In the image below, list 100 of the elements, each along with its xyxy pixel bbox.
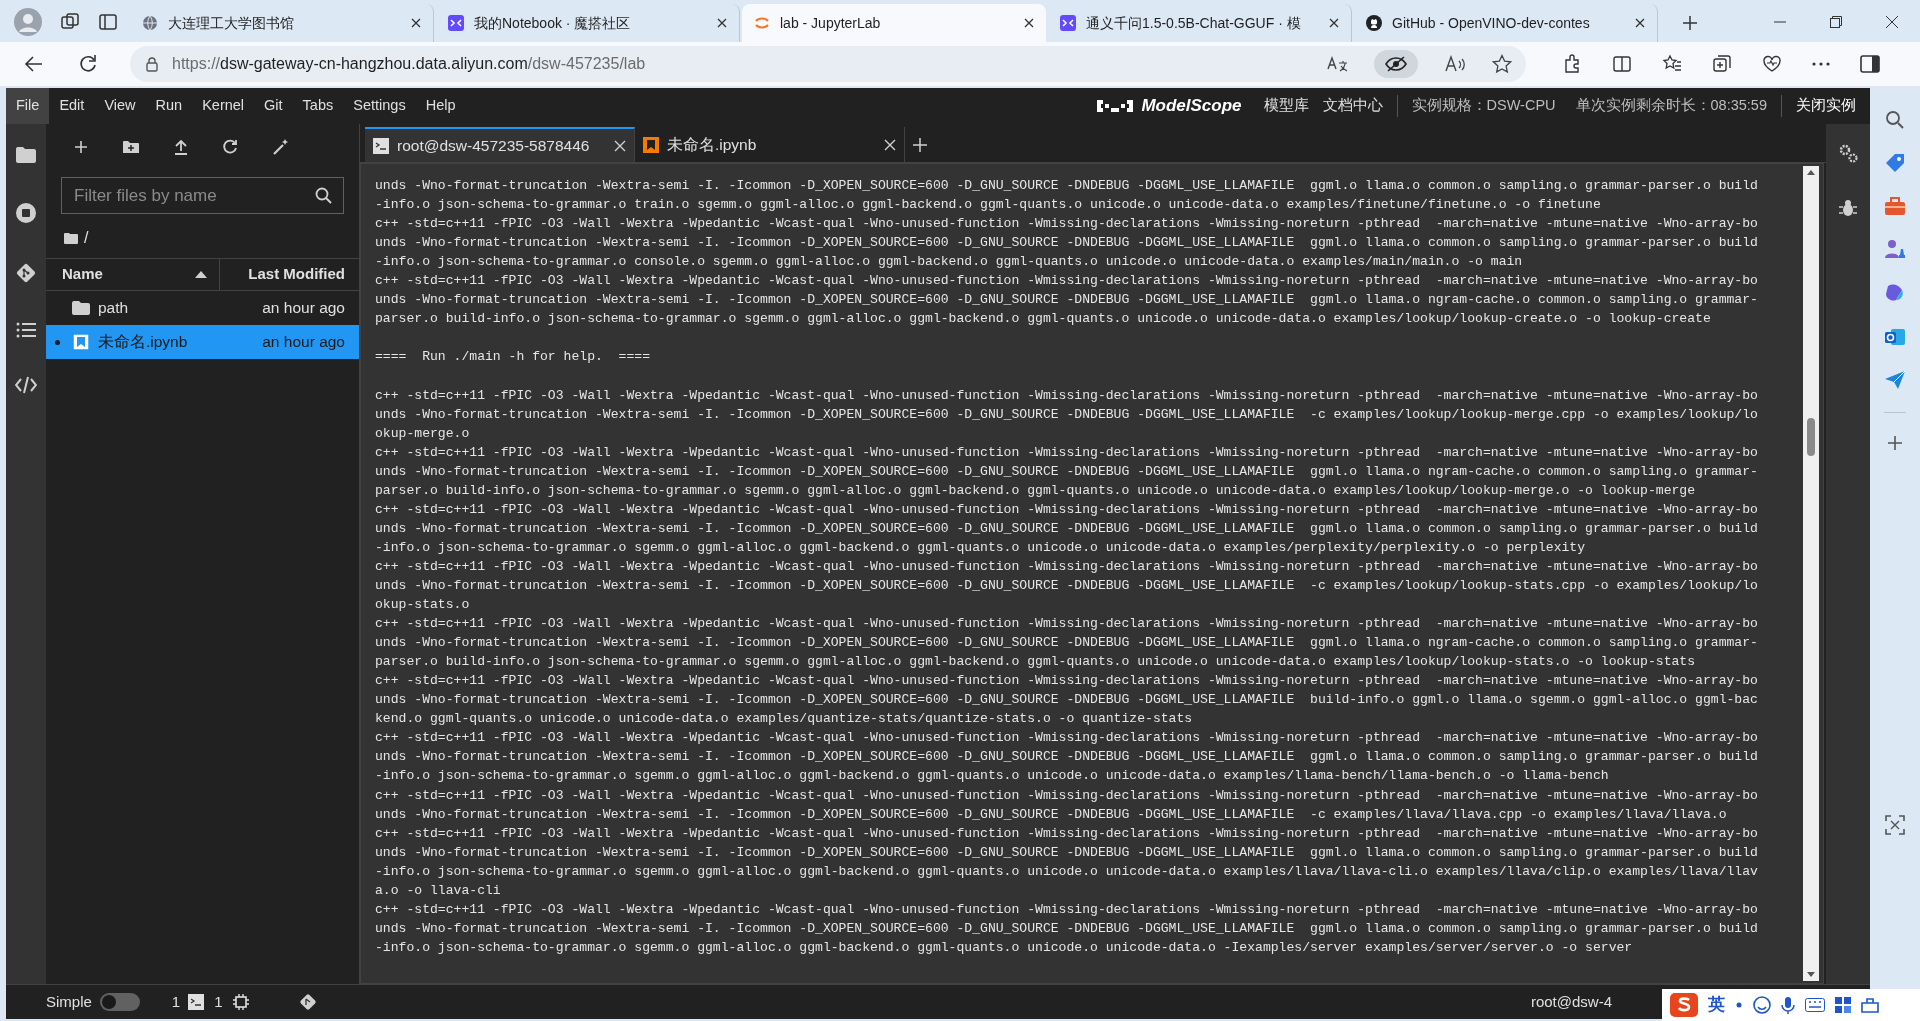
folder-icon[interactable] [64, 232, 78, 244]
column-header[interactable]: Name [62, 263, 103, 286]
send-icon[interactable] [1884, 370, 1906, 390]
skin-icon[interactable] [1835, 997, 1851, 1013]
browser-tab[interactable]: lab - JupyterLab [742, 4, 1046, 42]
tracking-prevention-icon[interactable] [1385, 56, 1407, 72]
emoji-icon[interactable] [1753, 996, 1771, 1014]
microphone-icon[interactable] [1781, 996, 1795, 1014]
menu-item[interactable]: Settings [343, 88, 416, 124]
back-icon[interactable] [24, 54, 44, 74]
sidebar-toggle-icon[interactable] [1860, 55, 1880, 73]
ime-logo-icon[interactable] [1670, 993, 1698, 1017]
extensions-icon[interactable] [1562, 54, 1582, 74]
add-tab-icon[interactable] [913, 137, 927, 152]
scrollbar[interactable] [1803, 166, 1819, 981]
stop-circle-icon[interactable] [15, 202, 37, 224]
menu-item[interactable]: Kernel [192, 88, 255, 124]
workspaces-icon[interactable] [60, 12, 80, 32]
close-instance-button[interactable]: 关闭实例 [1796, 95, 1856, 117]
favorites-icon[interactable] [1662, 54, 1682, 74]
punctuation-icon[interactable] [1735, 1001, 1743, 1009]
scrollbar-thumb[interactable] [1807, 418, 1815, 456]
outlook-icon[interactable] [1884, 326, 1906, 348]
refresh-icon[interactable] [222, 138, 238, 155]
terminal-line: unds -Wno-format-truncation -Wextra-semi -I. -Icommon -D_XOPEN_SOURCE=600 -D_GNU_SOURCE -DNDEBUG -DGGML_USE_LLAMAFILE -c examples/llava/llava.cpp -o examples/llava/llava.o [375, 805, 1728, 824]
search-icon[interactable] [1885, 110, 1905, 130]
ime-toolbar[interactable]: 英 [1662, 989, 1920, 1021]
translate-icon[interactable] [1326, 55, 1348, 73]
terminal-line: unds -Wno-format-truncation -Wextra-semi -I. -Icommon -D_XOPEN_SOURCE=600 -D_GNU_SOURCE -DNDEBUG -DGGML_USE_LLAMAFILE ggml.o llama.o common.o sampling.o grammar-parser.o build [375, 843, 1759, 862]
person-chess-icon[interactable] [1884, 238, 1906, 260]
bug-icon[interactable] [1838, 198, 1858, 218]
column-header[interactable]: Last Modified [248, 263, 345, 286]
keyboard-icon[interactable] [1805, 998, 1825, 1012]
terminal-line: parser.o build-info.o json-schema-to-grammar.o sgemm.o ggml-alloc.o ggml-backend.o ggml-quants.o unicode.o unicode-data.o examples/lookup/lookup-create.o -o lookup-create [375, 310, 1712, 329]
close-icon[interactable] [1635, 18, 1645, 28]
terminal-icon[interactable] [188, 994, 205, 1010]
menu-item[interactable]: Help [415, 88, 466, 124]
file-row[interactable]: 未命名.ipynb an hour ago [46, 325, 359, 359]
terminal-line: c++ -std=c++11 -fPIC -O3 -Wall -Wextra -Wpedantic -Wcast-qual -Wno-unused-function -Wmissing-declarations -Wmissing-noreturn -pthread -march=native -mtune=native -Wno-array-bo [375, 672, 1759, 691]
file-row[interactable]: path an hour ago [46, 291, 359, 325]
close-icon[interactable] [1886, 16, 1898, 28]
lock-icon [144, 56, 160, 72]
breadcrumb-path[interactable]: / [84, 226, 89, 250]
simple-mode-toggle[interactable] [99, 993, 140, 1011]
tab-title: 大连理工大学图书馆 [168, 13, 295, 33]
code-icon[interactable] [15, 376, 37, 394]
toolbox-icon[interactable] [1861, 997, 1879, 1013]
close-icon[interactable] [411, 18, 421, 28]
new-folder-icon[interactable] [122, 139, 140, 154]
collections-icon[interactable] [1712, 54, 1732, 74]
input-language[interactable]: 英 [1708, 992, 1725, 1018]
split-screen-icon[interactable] [1612, 54, 1632, 74]
tag-icon[interactable] [1884, 152, 1906, 174]
globe-icon [142, 15, 158, 31]
url-path: /dsw-457235/lab [527, 55, 646, 72]
nav-link[interactable]: 文档中心 [1322, 95, 1383, 117]
close-icon[interactable] [717, 18, 727, 28]
close-icon[interactable] [1024, 18, 1034, 28]
terminal-line: unds -Wno-format-truncation -Wextra-semi -I. -Icommon -D_XOPEN_SOURCE=600 -D_GNU_SOURCE -DNDEBUG -DGGML_USE_LLAMAFILE ggml.o llama.o ngram-cache.o common.o sampling.o grammar- [375, 462, 1759, 481]
terminal-count: 1 [171, 991, 181, 1012]
menu-item[interactable]: Run [145, 88, 193, 124]
tab-title: 未命名.ipynb [667, 134, 758, 155]
close-icon[interactable] [1329, 18, 1339, 28]
add-icon[interactable] [1887, 435, 1903, 451]
folder-icon[interactable] [15, 146, 37, 164]
tab-actions-icon[interactable] [98, 12, 118, 32]
list-icon[interactable] [16, 322, 36, 338]
terminal-title: root@dsw-4 [1530, 991, 1612, 1012]
copilot-icon[interactable] [1884, 282, 1906, 304]
tab-title: 我的Notebook · 魔搭社区 [474, 13, 632, 33]
menu-item[interactable]: Git [254, 88, 293, 124]
more-icon[interactable] [1812, 61, 1830, 67]
toolbox-icon[interactable] [1884, 196, 1906, 216]
url-host: dsw-gateway-cn-hangzhou.data.aliyun.com [220, 55, 528, 72]
address-field[interactable]: https://dsw-gateway-cn-hangzhou.data.aliyun.com/dsw-457235/lab [130, 46, 1526, 82]
github-logo-icon [1366, 15, 1382, 31]
magic-wand-icon[interactable] [272, 137, 290, 156]
menu-item[interactable]: View [94, 88, 146, 124]
favorite-star-icon[interactable] [1492, 54, 1512, 74]
scroll-down-icon[interactable] [1807, 972, 1815, 977]
scroll-up-icon[interactable] [1807, 170, 1815, 175]
refresh-icon[interactable] [78, 54, 98, 74]
read-aloud-icon[interactable] [1444, 55, 1466, 73]
new-launcher-icon[interactable] [74, 139, 88, 154]
menu-item[interactable]: File [6, 88, 50, 124]
document-tab[interactable]: root@dsw-457235-5878446 [365, 127, 635, 162]
chip-icon[interactable] [232, 994, 249, 1010]
new-tab-icon[interactable] [1682, 15, 1698, 31]
screenshot-icon[interactable] [1885, 815, 1905, 835]
terminal-line: c++ -std=c++11 -fPIC -O3 -Wall -Wextra -Wpedantic -Wcast-qual -Wno-unused-function -Wmissing-declarations -Wmissing-noreturn -pthread -march=native -mtune=native -Wno-array-bo [375, 500, 1759, 519]
heart-pulse-icon[interactable] [1762, 54, 1782, 74]
menu-item[interactable]: Edit [49, 88, 95, 124]
nav-link[interactable]: 模型库 [1263, 95, 1309, 117]
upload-icon[interactable] [174, 138, 188, 155]
filter-field[interactable]: Filter files by name [61, 177, 344, 214]
settings-icon[interactable] [1837, 142, 1859, 164]
terminal-line: -info.o json-schema-to-grammar.o train.o sgemm.o ggml-alloc.o ggml-backend.o ggml-quants.o unicode.o unicode-data.o examples/finetune/finetune.o -o finetune [375, 196, 1602, 215]
restore-icon[interactable] [1830, 16, 1842, 28]
menu-item[interactable]: Tabs [292, 88, 344, 124]
terminal-line: -info.o json-schema-to-grammar.o sgemm.o ggml-alloc.o ggml-backend.o ggml-quants.o unicode.o unicode-data.o examples/perplexity/perplexity.o -o perplexity [375, 538, 1587, 557]
